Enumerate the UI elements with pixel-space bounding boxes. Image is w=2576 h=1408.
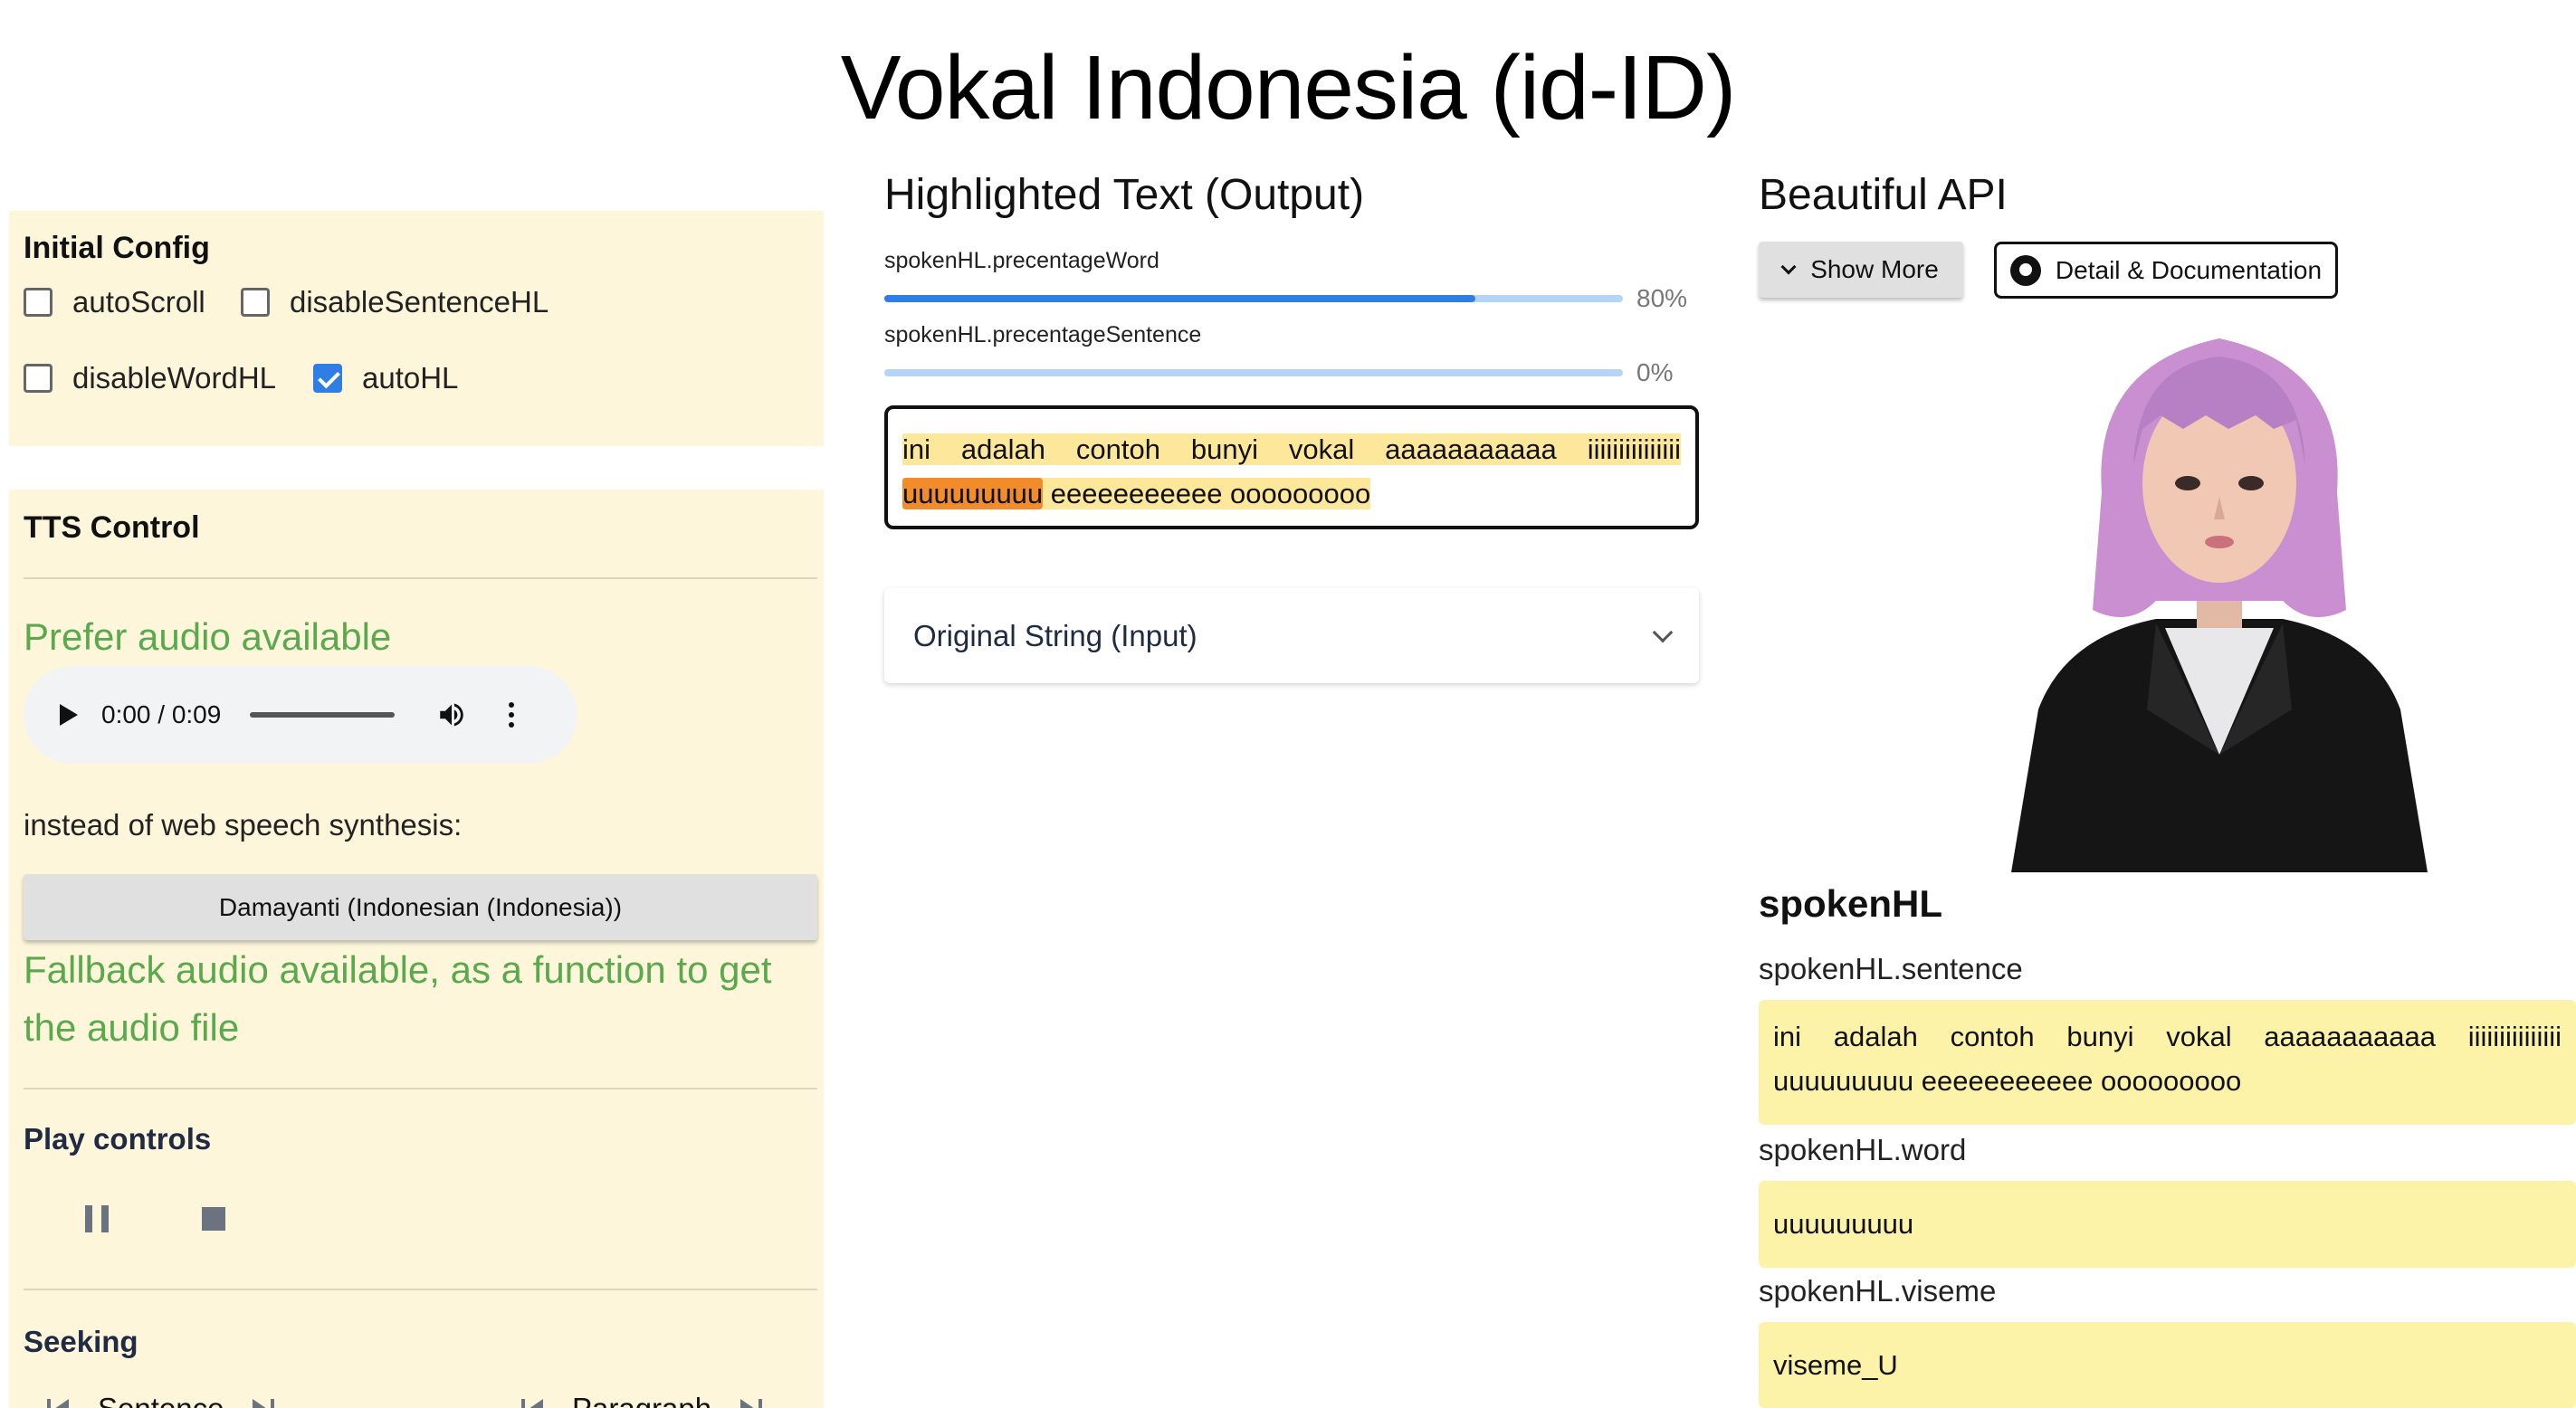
- seek-paragraph-label: Paragraph: [572, 1392, 711, 1408]
- spokenhl-viseme-value: viseme_U: [1759, 1322, 2576, 1408]
- auto-hl-label: autoHL: [362, 361, 459, 395]
- divider: [24, 1289, 817, 1290]
- audio-player[interactable]: 0:00 / 0:09: [24, 666, 577, 764]
- highlighted-sentence: ini adalah contoh bunyi vokal aaaaaaaaaa…: [902, 433, 1681, 509]
- play-controls-heading: Play controls: [24, 1122, 212, 1156]
- initial-config-heading: Initial Config: [24, 231, 210, 265]
- show-more-button[interactable]: Show More: [1759, 242, 1963, 298]
- github-icon: [2009, 254, 2041, 286]
- next-paragraph-icon[interactable]: [739, 1397, 763, 1408]
- chevron-down-icon[interactable]: [1652, 622, 1674, 642]
- previous-sentence-icon[interactable]: [47, 1397, 71, 1408]
- spokenhl-sentence-value: ini adalah contoh bunyi vokal aaaaaaaaaa…: [1759, 1000, 2576, 1125]
- seek-sentence-controls: Sentence: [47, 1392, 275, 1408]
- disable-word-hl-label: disableWordHL: [72, 361, 277, 395]
- sentence-percent-value: 0%: [1636, 358, 1674, 386]
- original-string-accordion[interactable]: Original String (Input): [884, 588, 1699, 683]
- spokenhl-word-label: spokenHL.word: [1759, 1133, 1967, 1166]
- spokenhl-viseme-label: spokenHL.viseme: [1759, 1274, 1997, 1308]
- play-icon[interactable]: [60, 704, 78, 726]
- voice-button[interactable]: Damayanti (Indonesian (Indonesia)): [24, 874, 817, 940]
- audio-time: 0:00 / 0:09: [101, 700, 222, 728]
- option-autoscroll[interactable]: autoScroll: [24, 285, 205, 319]
- spokenhl-word-value: uuuuuuuuu: [1759, 1181, 2576, 1268]
- option-disable-sentence-hl[interactable]: disableSentenceHL: [241, 285, 549, 319]
- chevron-down-icon: [1780, 259, 1797, 275]
- accordion-title: Original String (Input): [913, 618, 1197, 652]
- divider: [24, 577, 817, 579]
- pause-icon[interactable]: [85, 1205, 109, 1232]
- documentation-label: Detail & Documentation: [2055, 255, 2323, 284]
- sentence-progress-bar: [884, 369, 1623, 376]
- instead-text: instead of web speech synthesis:: [24, 808, 463, 842]
- avatar-image: [2011, 338, 2428, 872]
- word-progress-bar: [884, 295, 1623, 302]
- output-heading: Highlighted Text (Output): [884, 171, 1365, 219]
- page-title: Vokal Indonesia (id-ID): [840, 37, 1737, 138]
- stop-icon[interactable]: [202, 1207, 225, 1231]
- prefer-audio-text: Prefer audio available: [24, 615, 392, 658]
- seek-paragraph-controls: Paragraph: [521, 1392, 763, 1408]
- word-percent-label: spokenHL.precentageWord: [884, 248, 1159, 273]
- initial-config-panel: Initial Config autoScroll disableSentenc…: [9, 211, 824, 446]
- disable-word-hl-checkbox[interactable]: [24, 364, 52, 393]
- previous-paragraph-icon[interactable]: [521, 1397, 545, 1408]
- show-more-label: Show More: [1810, 255, 1939, 283]
- spokenhl-title: spokenHL: [1759, 882, 1943, 925]
- documentation-button[interactable]: Detail & Documentation: [1994, 242, 2338, 299]
- auto-hl-checkbox[interactable]: [313, 364, 342, 393]
- autoscroll-label: autoScroll: [72, 285, 205, 319]
- disable-sentence-hl-label: disableSentenceHL: [290, 285, 549, 319]
- seek-sentence-label: Sentence: [98, 1392, 224, 1408]
- fallback-audio-text: Fallback audio available, as a function …: [24, 948, 772, 1049]
- next-sentence-icon[interactable]: [251, 1397, 275, 1408]
- more-options-icon[interactable]: [509, 702, 515, 728]
- option-auto-hl[interactable]: autoHL: [313, 361, 458, 395]
- highlighted-word: uuuuuuuuu: [902, 478, 1044, 509]
- autoscroll-checkbox[interactable]: [24, 288, 52, 317]
- sentence-percent-label: spokenHL.precentageSentence: [884, 322, 1202, 347]
- spokenhl-sentence-label: spokenHL.sentence: [1759, 952, 2023, 985]
- audio-seek-bar[interactable]: [250, 712, 396, 718]
- word-progress-fill: [884, 295, 1475, 302]
- word-percent-value: 80%: [1636, 284, 1688, 312]
- text-before-word: ini adalah contoh bunyi vokal aaaaaaaaaa…: [902, 433, 1681, 465]
- divider: [24, 1088, 817, 1089]
- option-disable-word-hl[interactable]: disableWordHL: [24, 361, 276, 395]
- tts-control-heading: TTS Control: [24, 510, 200, 545]
- highlighted-text-box: ini adalah contoh bunyi vokal aaaaaaaaaa…: [884, 405, 1699, 529]
- text-after-word: eeeeeeeeeee ooooooooo: [1050, 478, 1371, 509]
- api-heading: Beautiful API: [1759, 171, 2008, 219]
- disable-sentence-hl-checkbox[interactable]: [241, 288, 270, 317]
- seeking-heading: Seeking: [24, 1325, 138, 1358]
- volume-icon[interactable]: [436, 699, 467, 730]
